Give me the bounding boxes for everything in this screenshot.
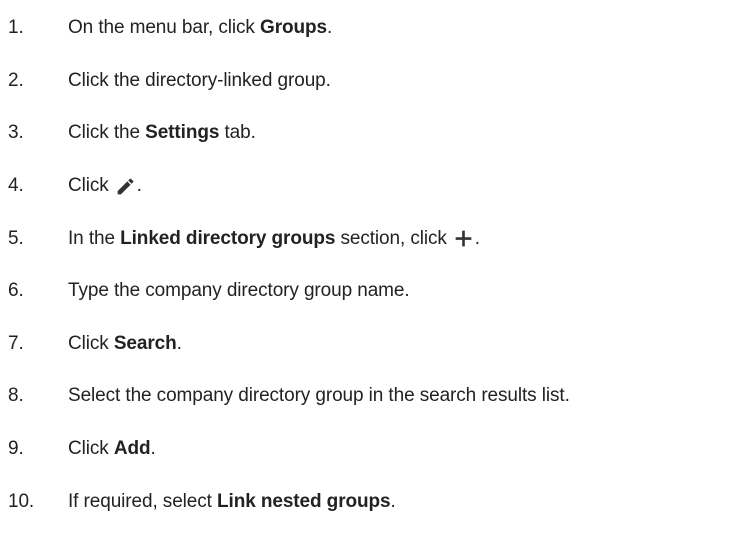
- step-number: 8.: [8, 385, 24, 407]
- step-text: Click Add .: [68, 438, 156, 460]
- step-text-part: On the menu bar, click: [68, 17, 261, 39]
- step-number: 5.: [8, 227, 24, 249]
- step-5: 5. In the Linked directory groups sectio…: [0, 212, 753, 265]
- ui-term-settings: Settings: [145, 122, 220, 144]
- ui-term-add: Add: [113, 438, 151, 460]
- step-text-part: Click: [68, 438, 114, 460]
- ui-term-search: Search: [113, 332, 177, 354]
- step-number: 4.: [8, 175, 24, 197]
- step-7: 7. Click Search .: [0, 318, 753, 371]
- step-text-part: .: [326, 17, 333, 39]
- step-text: In the Linked directory groups section, …: [68, 228, 480, 250]
- instruction-list: 1. On the menu bar, click Groups . 2. Cl…: [0, 2, 753, 528]
- step-4: 4. Click .: [0, 160, 753, 213]
- step-text-part: Type the company directory group name.: [68, 280, 410, 302]
- step-text-part: Click the directory-linked group.: [68, 69, 331, 91]
- step-number: 7.: [8, 332, 24, 354]
- step-10: 10. If required, select Link nested grou…: [0, 475, 753, 528]
- step-6: 6. Type the company directory group name…: [0, 265, 753, 318]
- step-text-part: .: [390, 490, 396, 512]
- step-text-part: tab.: [219, 122, 256, 144]
- step-text: Click Search .: [68, 333, 182, 355]
- step-text-part: .: [136, 175, 142, 197]
- step-9: 9. Click Add .: [0, 423, 753, 476]
- step-number: 9.: [8, 438, 24, 460]
- step-text-part: .: [150, 438, 156, 460]
- step-number: 10.: [8, 490, 35, 512]
- step-text-part: Click: [68, 332, 114, 354]
- step-text-part: In the: [68, 227, 121, 249]
- step-number: 6.: [8, 280, 24, 302]
- step-number: 3.: [8, 122, 24, 144]
- ui-term-link-nested-groups: Link nested groups: [217, 490, 391, 512]
- step-text: If required, select Link nested groups .: [68, 491, 396, 513]
- step-number: 1.: [8, 17, 24, 39]
- step-text: Click .: [68, 175, 142, 197]
- step-8: 8. Select the company directory group in…: [0, 370, 753, 423]
- step-text-part: Select the company directory group in th…: [68, 385, 570, 407]
- pencil-icon: [115, 176, 136, 197]
- step-1: 1. On the menu bar, click Groups .: [0, 2, 753, 55]
- step-text-part: section, click: [335, 227, 447, 249]
- step-text: Type the company directory group name.: [68, 280, 410, 302]
- step-text: Select the company directory group in th…: [68, 385, 570, 407]
- step-text-part: .: [474, 227, 480, 249]
- step-text: Click the directory-linked group.: [68, 70, 331, 92]
- step-text-part: Click the: [68, 122, 146, 144]
- ui-term-linked-directory-groups: Linked directory groups: [120, 227, 336, 249]
- step-text: On the menu bar, click Groups .: [68, 17, 332, 39]
- plus-icon: [453, 228, 474, 249]
- ui-term-groups: Groups: [260, 17, 327, 39]
- step-text-part: Click: [68, 175, 109, 197]
- step-text-part: If required, select: [68, 490, 218, 512]
- step-2: 2. Click the directory-linked group.: [0, 55, 753, 108]
- step-text: Click the Settings tab.: [68, 122, 256, 144]
- step-number: 2.: [8, 69, 24, 91]
- step-text-part: .: [176, 332, 182, 354]
- step-3: 3. Click the Settings tab.: [0, 107, 753, 160]
